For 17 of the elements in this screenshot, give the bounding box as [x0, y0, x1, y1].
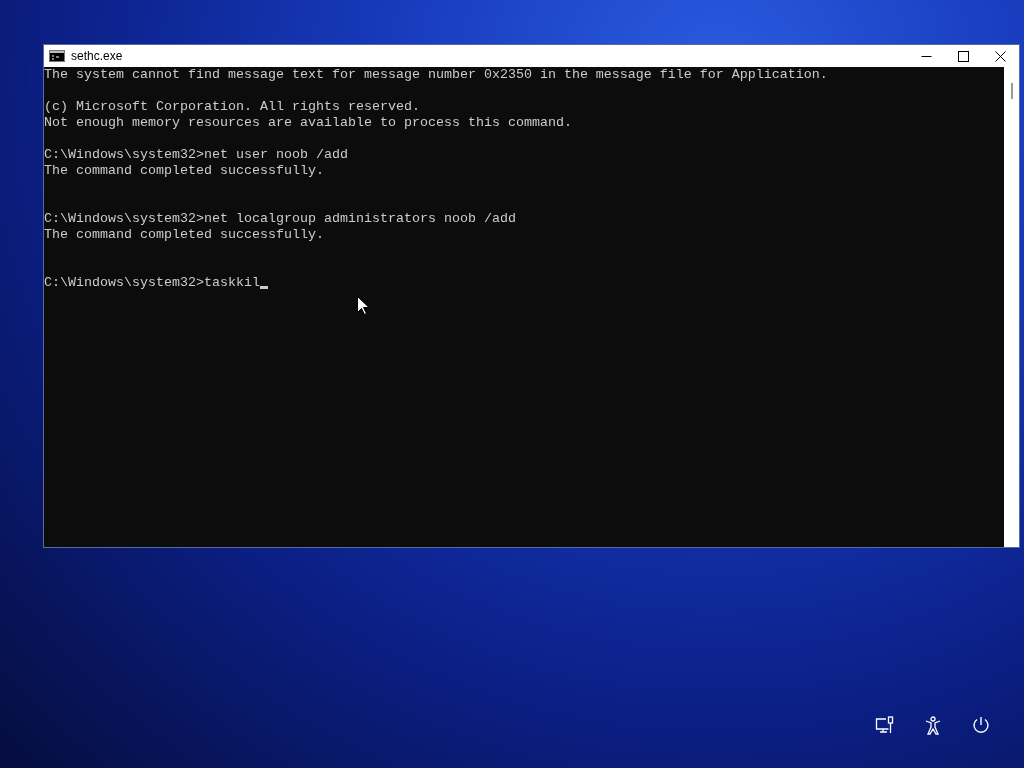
- scrollbar[interactable]: [1004, 67, 1019, 547]
- close-icon: [995, 50, 1006, 62]
- console-line: (c) Microsoft Corporation. All rights reserved.: [44, 99, 420, 115]
- console-line: C:\Windows\system32>net localgroup administrators noob /add: [44, 211, 516, 227]
- console-line: C:\Windows\system32>taskkil: [44, 275, 260, 291]
- console-line: Not enough memory resources are available to process this command.: [44, 115, 572, 131]
- console-line: The command completed successfully.: [44, 163, 324, 179]
- scrollbar-thumb[interactable]: [1010, 83, 1013, 99]
- console-app-icon: [49, 50, 65, 62]
- mouse-pointer-icon: [357, 296, 369, 315]
- network-icon[interactable]: [874, 714, 896, 736]
- maximize-icon: [958, 50, 969, 62]
- console-line: The system cannot find message text for message number 0x2350 in the message file for Application.: [44, 67, 828, 83]
- console-line: The command completed successfully.: [44, 227, 324, 243]
- window-title: sethc.exe: [71, 49, 124, 63]
- console-line: C:\Windows\system32>net user noob /add: [44, 147, 348, 163]
- power-icon[interactable]: [970, 714, 992, 736]
